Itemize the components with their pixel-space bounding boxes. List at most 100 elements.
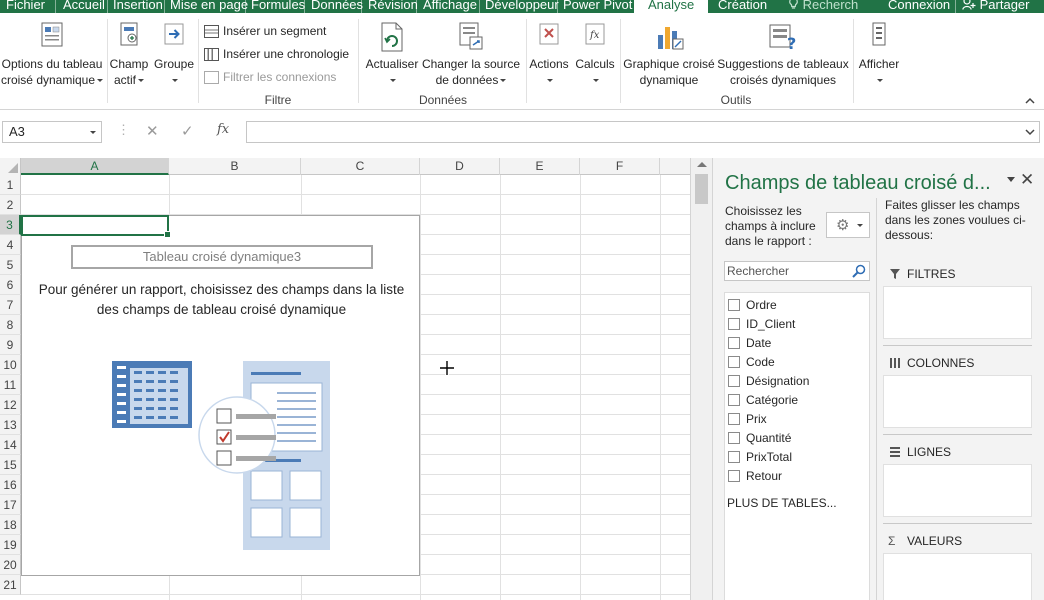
select-all-button[interactable] [0,158,21,175]
columns-drop-zone[interactable] [883,375,1032,428]
column-header-c[interactable]: C [301,158,420,175]
column-header-d[interactable]: D [420,158,500,175]
column-header-b[interactable]: B [169,158,301,175]
calculations-button[interactable]: fx Calculs [573,21,617,88]
formula-input[interactable] [246,121,1040,143]
change-data-source-button[interactable]: Changer la source de données [420,21,522,88]
cancel-entry-icon[interactable]: ✕ [146,122,159,140]
tab-donnees[interactable]: Données [311,0,363,13]
tab-fichier[interactable]: Fichier [6,0,45,13]
pivot-table-placeholder[interactable]: Tableau croisé dynamique3 Pour générer u… [21,215,420,576]
recommended-pivots-button[interactable]: ? Suggestions de tableaux croisés dynami… [716,21,850,88]
row-header[interactable]: 1 [0,175,21,195]
column-header-e[interactable]: E [500,158,580,175]
refresh-button[interactable]: Actualiser [362,21,422,88]
field-item-prixtotal[interactable]: PrixTotal [728,448,792,467]
collapse-ribbon-icon[interactable] [1025,97,1035,104]
row-header[interactable]: 9 [0,335,21,355]
row-header[interactable]: 17 [0,495,21,515]
name-box[interactable]: A3 [2,121,102,143]
worksheet-grid[interactable]: A B C D E F 1 2 3 4 5 6 7 8 9 10 11 12 1… [0,158,712,600]
sign-in-link[interactable]: Connexion [888,0,950,13]
more-tables-link[interactable]: PLUS DE TABLES... [727,496,837,510]
row-header[interactable]: 8 [0,315,21,335]
row-header[interactable]: 14 [0,435,21,455]
group-button[interactable]: Groupe [153,21,195,88]
rows-drop-zone[interactable] [883,464,1032,517]
tab-accueil[interactable]: Accueil [63,0,105,13]
row-header[interactable]: 18 [0,515,21,535]
field-item-quantite[interactable]: Quantité [728,429,791,448]
scroll-up-icon[interactable] [697,162,707,167]
field-item-designation[interactable]: Désignation [728,372,809,391]
row-header[interactable]: 20 [0,555,21,575]
row-header[interactable]: 13 [0,415,21,435]
column-header-g[interactable] [660,158,690,175]
tab-affichage[interactable]: Affichage [423,0,477,13]
pivot-chart-button[interactable]: Graphique croisé dynamique [620,21,718,88]
row-header[interactable]: 2 [0,195,21,215]
field-checkbox[interactable] [728,412,740,425]
tab-creation[interactable]: Création [718,0,767,13]
field-item-prix[interactable]: Prix [728,410,767,429]
field-checkbox[interactable] [728,393,740,406]
row-header[interactable]: 4 [0,235,21,255]
scroll-thumb[interactable] [695,174,708,204]
row-header[interactable]: 7 [0,295,21,315]
active-field-button[interactable]: Champ actif [108,21,150,88]
pane-divider[interactable] [876,198,877,600]
row-header[interactable]: 10 [0,355,21,375]
tab-developpeur[interactable]: Développeur [485,0,559,13]
pivot-options-button[interactable]: Options du tableau croisé dynamique [0,21,104,88]
field-item-id-client[interactable]: ID_Client [728,315,795,334]
actions-button[interactable]: Actions [527,21,571,88]
row-header[interactable]: 16 [0,475,21,495]
field-item-code[interactable]: Code [728,353,775,372]
tab-mise-en-page[interactable]: Mise en page [170,0,248,13]
column-header-f[interactable]: F [580,158,660,175]
tab-formules[interactable]: Formules [251,0,305,13]
field-checkbox[interactable] [728,298,740,311]
field-checkbox[interactable] [728,431,740,444]
expand-formula-icon[interactable] [1025,129,1035,136]
field-search-input[interactable]: Rechercher [724,261,870,281]
filter-connections-button[interactable]: Filtrer les connexions [204,68,336,86]
row-header[interactable]: 11 [0,375,21,395]
tab-recherche[interactable]: Recherch [788,0,858,13]
share-button[interactable]: Partager [962,0,1030,13]
row-header[interactable]: 6 [0,275,21,295]
field-item-retour[interactable]: Retour [728,467,782,486]
field-item-ordre[interactable]: Ordre [728,296,777,315]
tab-power-pivot[interactable]: Power Pivot [563,0,632,13]
field-checkbox[interactable] [728,469,740,482]
filters-drop-zone[interactable] [883,286,1032,339]
field-checkbox[interactable] [728,336,740,349]
field-checkbox[interactable] [728,450,740,463]
row-header[interactable]: 12 [0,395,21,415]
insert-slicer-button[interactable]: Insérer un segment [204,22,326,40]
field-checkbox[interactable] [728,317,740,330]
row-header[interactable]: 3 [0,215,21,235]
vertical-scrollbar[interactable] [690,158,712,600]
close-pane-icon[interactable]: ✕ [1020,170,1034,190]
pane-options-chevron-icon[interactable] [1007,177,1015,182]
row-header[interactable]: 21 [0,575,21,595]
tools-gear-button[interactable]: ⚙ [826,212,870,238]
tab-analyse[interactable]: Analyse [634,0,709,13]
active-cell-a3[interactable] [21,215,171,238]
field-checkbox[interactable] [728,355,740,368]
column-header-a[interactable]: A [21,158,169,175]
tab-insertion[interactable]: Insertion [113,0,163,13]
row-header[interactable]: 15 [0,455,21,475]
confirm-entry-icon[interactable]: ✓ [181,122,194,140]
show-button[interactable]: Afficher [855,21,903,88]
values-drop-zone[interactable] [883,553,1032,600]
field-item-categorie[interactable]: Catégorie [728,391,798,410]
field-checkbox[interactable] [728,374,740,387]
insert-function-button[interactable]: fx [217,122,229,137]
field-item-date[interactable]: Date [728,334,771,353]
tab-revision[interactable]: Révision [368,0,418,13]
row-header[interactable]: 5 [0,255,21,275]
insert-timeline-button[interactable]: Insérer une chronologie [204,45,349,63]
row-header[interactable]: 19 [0,535,21,555]
